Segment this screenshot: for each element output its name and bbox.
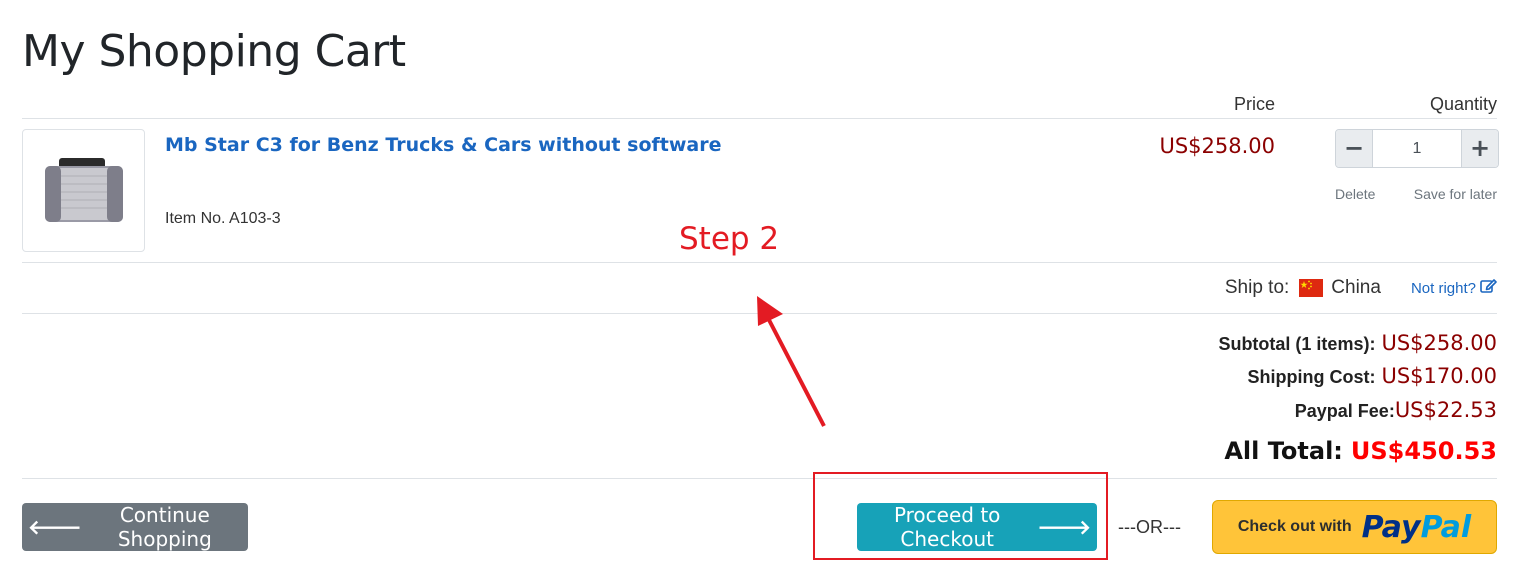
item-number: Item No. A103-3 bbox=[165, 210, 281, 227]
total-value: US$450.53 bbox=[1350, 437, 1497, 465]
paypal-logo: PayPal bbox=[1361, 509, 1472, 545]
arrow-right-icon: 🡒 bbox=[1037, 515, 1091, 539]
arrow-left-icon: 🡐 bbox=[28, 515, 82, 539]
item-price: US$258.00 bbox=[1159, 134, 1275, 158]
total-label: All Total: bbox=[1224, 437, 1343, 465]
delete-link[interactable]: Delete bbox=[1335, 186, 1375, 202]
or-separator: ---OR--- bbox=[1118, 517, 1181, 537]
checkout-label: Proceed to Checkout bbox=[893, 503, 1001, 551]
plus-icon: + bbox=[1469, 134, 1491, 162]
price-column-header: Price bbox=[1233, 94, 1275, 114]
not-right-label: Not right? bbox=[1410, 279, 1476, 297]
ship-to-label: Ship to: bbox=[1224, 277, 1290, 298]
header-divider bbox=[22, 118, 1497, 119]
paypal-checkout-button[interactable]: Check out with PayPal bbox=[1212, 500, 1497, 554]
subtotal-value: US$258.00 bbox=[1381, 331, 1497, 355]
ship-country: China bbox=[1331, 277, 1381, 298]
product-thumbnail[interactable] bbox=[22, 129, 145, 252]
minus-icon: − bbox=[1343, 134, 1365, 162]
edit-icon bbox=[1480, 278, 1497, 298]
quantity-column-header: Quantity bbox=[1429, 94, 1497, 114]
shipping-cost-value: US$170.00 bbox=[1381, 364, 1497, 388]
proceed-to-checkout-button[interactable]: Proceed to Checkout 🡒 bbox=[857, 503, 1097, 551]
summary-divider bbox=[22, 478, 1497, 479]
paypal-fee-row: Paypal Fee: US$22.53 bbox=[1295, 398, 1497, 422]
quantity-stepper: − + bbox=[1335, 129, 1499, 168]
subtotal-label: Subtotal (1 items): bbox=[1218, 334, 1376, 354]
product-name-link[interactable]: Mb Star C3 for Benz Trucks & Cars withou… bbox=[165, 134, 721, 156]
increase-quantity-button[interactable]: + bbox=[1461, 130, 1498, 167]
page-title: My Shopping Cart bbox=[22, 26, 406, 77]
paypal-fee-label: Paypal Fee: bbox=[1294, 401, 1395, 421]
item-divider bbox=[22, 262, 1497, 263]
decrease-quantity-button[interactable]: − bbox=[1336, 130, 1373, 167]
shipping-cost-label: Shipping Cost: bbox=[1247, 367, 1376, 387]
quantity-input[interactable] bbox=[1373, 130, 1461, 167]
change-country-link[interactable]: Not right? bbox=[1411, 278, 1497, 298]
subtotal-row: Subtotal (1 items): US$258.00 bbox=[1218, 331, 1497, 355]
paypal-fee-value: US$22.53 bbox=[1394, 398, 1497, 422]
ship-to-row: Ship to: China Not right? bbox=[1225, 277, 1497, 299]
continue-shopping-button[interactable]: 🡐 Continue Shopping bbox=[22, 503, 248, 551]
product-image bbox=[45, 158, 123, 222]
continue-shopping-label: Continue Shopping bbox=[117, 503, 212, 551]
shipping-cost-row: Shipping Cost: US$170.00 bbox=[1247, 364, 1497, 388]
ship-divider bbox=[22, 313, 1497, 314]
total-row: All Total: US$450.53 bbox=[1224, 437, 1497, 465]
step-annotation: Step 2 bbox=[679, 221, 780, 257]
paypal-prefix: Check out with bbox=[1237, 518, 1352, 535]
china-flag-icon bbox=[1299, 279, 1324, 297]
save-for-later-link[interactable]: Save for later bbox=[1414, 186, 1497, 202]
